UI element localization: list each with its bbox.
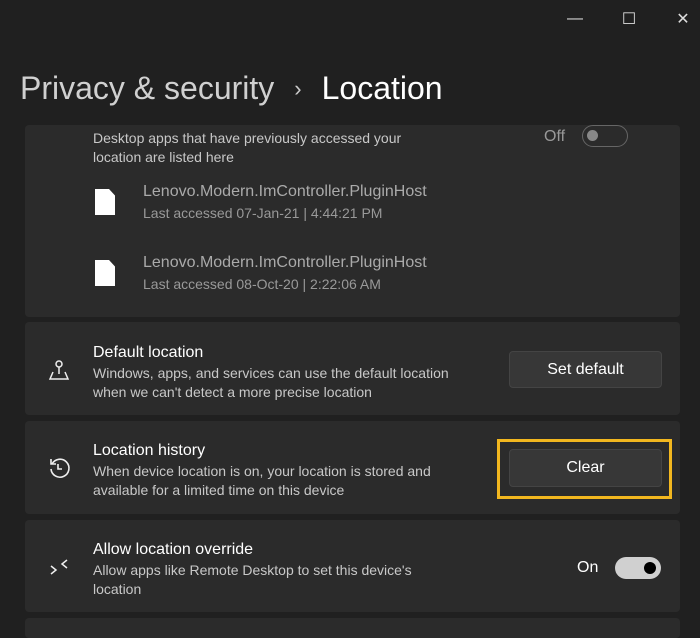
page-title: Location (321, 70, 443, 106)
location-override-toggle-label: On (577, 559, 599, 576)
file-icon (95, 260, 115, 286)
location-override-icon (45, 554, 73, 582)
location-history-title: Location history (93, 442, 206, 459)
clear-button[interactable]: Clear (509, 449, 662, 487)
map-pin-icon (45, 356, 73, 384)
desktop-apps-description: Desktop apps that have previously access… (93, 130, 402, 165)
location-history-card: Location history When device location is… (25, 421, 680, 514)
file-icon (95, 189, 115, 215)
app-name: Lenovo.Modern.ImController.PluginHost (143, 254, 427, 271)
next-card (25, 618, 680, 638)
desktop-apps-card: Desktop apps that have previously access… (25, 125, 680, 317)
desktop-apps-toggle-label: Off (544, 128, 566, 145)
app-name: Lenovo.Modern.ImController.PluginHost (143, 183, 427, 200)
set-default-button[interactable]: Set default (509, 351, 662, 388)
close-button[interactable]: ✕ (668, 6, 698, 32)
default-location-title: Default location (93, 344, 204, 361)
default-location-card: Default location Windows, apps, and serv… (25, 322, 680, 415)
location-override-card: Allow location override Allow apps like … (25, 520, 680, 612)
minimize-button[interactable]: — (560, 6, 590, 32)
app-last-accessed: Last accessed 07-Jan-21 | 4:44:21 PM (143, 205, 383, 221)
maximize-button[interactable]: ☐ (614, 6, 644, 32)
breadcrumb: Privacy & security › Location (20, 70, 443, 107)
location-override-toggle[interactable] (615, 557, 661, 579)
default-location-description: Windows, apps, and services can use the … (93, 365, 449, 400)
location-history-description: When device location is on, your locatio… (93, 463, 431, 498)
desktop-apps-toggle[interactable] (582, 125, 628, 147)
chevron-right-icon: › (294, 75, 302, 101)
location-override-title: Allow location override (93, 541, 254, 558)
history-icon (45, 454, 73, 482)
breadcrumb-parent[interactable]: Privacy & security (20, 70, 274, 107)
app-last-accessed: Last accessed 08-Oct-20 | 2:22:06 AM (143, 276, 381, 292)
location-override-description: Allow apps like Remote Desktop to set th… (93, 562, 412, 597)
